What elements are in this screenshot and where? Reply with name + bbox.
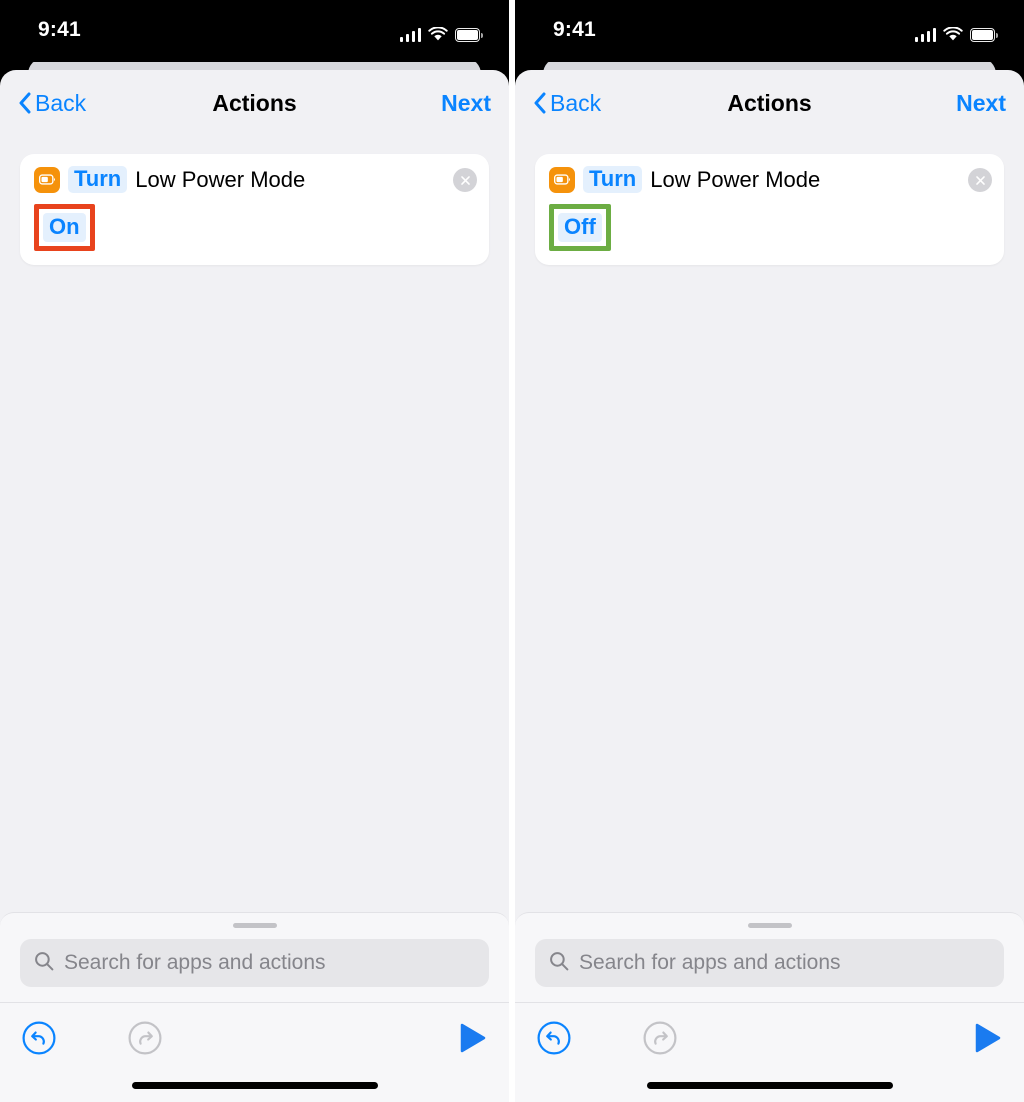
action-card-low-power-mode[interactable]: Turn Low Power Mode On (20, 154, 489, 266)
action-state-row: Off (549, 204, 990, 252)
actions-list: Turn Low Power Mode Off (515, 136, 1024, 266)
home-indicator (131, 1082, 378, 1089)
action-verb-token[interactable]: Turn (68, 166, 128, 194)
annotation-highlight-box: On (34, 204, 95, 252)
action-card-header: Turn Low Power Mode (549, 166, 990, 194)
navigation-bar: Back Actions Next (515, 70, 1024, 136)
dual-screenshot-stage: 9:41 Back Actions Next Turn Low Power Mo… (0, 0, 1024, 1102)
back-button-label: Back (550, 89, 602, 116)
status-bar-icons (914, 20, 998, 42)
action-verb-token[interactable]: Turn (583, 166, 643, 194)
navigation-bar: Back Actions Next (0, 70, 509, 136)
undo-arrow-icon[interactable] (22, 1021, 56, 1060)
battery-icon (970, 28, 998, 42)
action-card-low-power-mode[interactable]: Turn Low Power Mode Off (535, 154, 1004, 266)
actions-sheet: Back Actions Next Tur (0, 70, 509, 1102)
status-bar: 9:41 (515, 0, 1024, 62)
action-subject-label: Low Power Mode (135, 166, 306, 192)
search-icon (549, 951, 569, 976)
undo-arrow-icon[interactable] (537, 1021, 571, 1060)
back-button[interactable]: Back (18, 90, 86, 117)
panel-left: 9:41 Back Actions Next Turn Low Power Mo… (0, 0, 509, 1102)
annotation-highlight-box: Off (549, 204, 611, 252)
search-sheet: Search for apps and actions (515, 912, 1024, 1102)
back-button-label: Back (35, 89, 87, 116)
back-button[interactable]: Back (533, 90, 601, 117)
search-placeholder: Search for apps and actions (64, 951, 326, 974)
sheet-grabber-handle[interactable] (747, 923, 792, 928)
battery-icon (455, 28, 483, 42)
chevron-left-icon (533, 92, 546, 114)
search-field[interactable]: Search for apps and actions (535, 939, 1004, 987)
action-card-header: Turn Low Power Mode (34, 166, 475, 194)
actions-list: Turn Low Power Mode On (0, 136, 509, 266)
status-bar-time: 9:41 (553, 18, 596, 41)
low-power-mode-battery-icon (34, 166, 60, 193)
next-button[interactable]: Next (441, 90, 491, 117)
actions-sheet: Back Actions Next Tur (515, 70, 1024, 1102)
close-circle-icon[interactable] (453, 168, 477, 192)
low-power-mode-battery-icon (549, 166, 575, 193)
search-sheet: Search for apps and actions (0, 912, 509, 1102)
play-triangle-icon[interactable] (459, 1023, 487, 1058)
search-field[interactable]: Search for apps and actions (20, 939, 489, 987)
cellular-signal-icon (399, 27, 421, 42)
search-placeholder: Search for apps and actions (579, 951, 841, 974)
cellular-signal-icon (914, 27, 936, 42)
play-triangle-icon[interactable] (974, 1023, 1002, 1058)
home-indicator (646, 1082, 893, 1089)
next-button[interactable]: Next (956, 90, 1006, 117)
status-bar-icons (399, 20, 483, 42)
wifi-icon (428, 26, 448, 42)
status-bar-time: 9:41 (38, 18, 81, 41)
close-circle-icon[interactable] (968, 168, 992, 192)
action-subject-label: Low Power Mode (650, 166, 821, 192)
action-state-token[interactable]: Off (558, 213, 602, 243)
action-state-row: On (34, 204, 475, 252)
redo-arrow-icon[interactable] (128, 1021, 162, 1060)
redo-arrow-icon[interactable] (643, 1021, 677, 1060)
wifi-icon (943, 26, 963, 42)
panel-right: 9:41 Back Actions Next Turn Low Power Mo… (515, 0, 1024, 1102)
sheet-grabber-handle[interactable] (232, 923, 277, 928)
chevron-left-icon (18, 92, 31, 114)
status-bar: 9:41 (0, 0, 509, 62)
action-state-token[interactable]: On (43, 213, 86, 243)
search-icon (34, 951, 54, 976)
